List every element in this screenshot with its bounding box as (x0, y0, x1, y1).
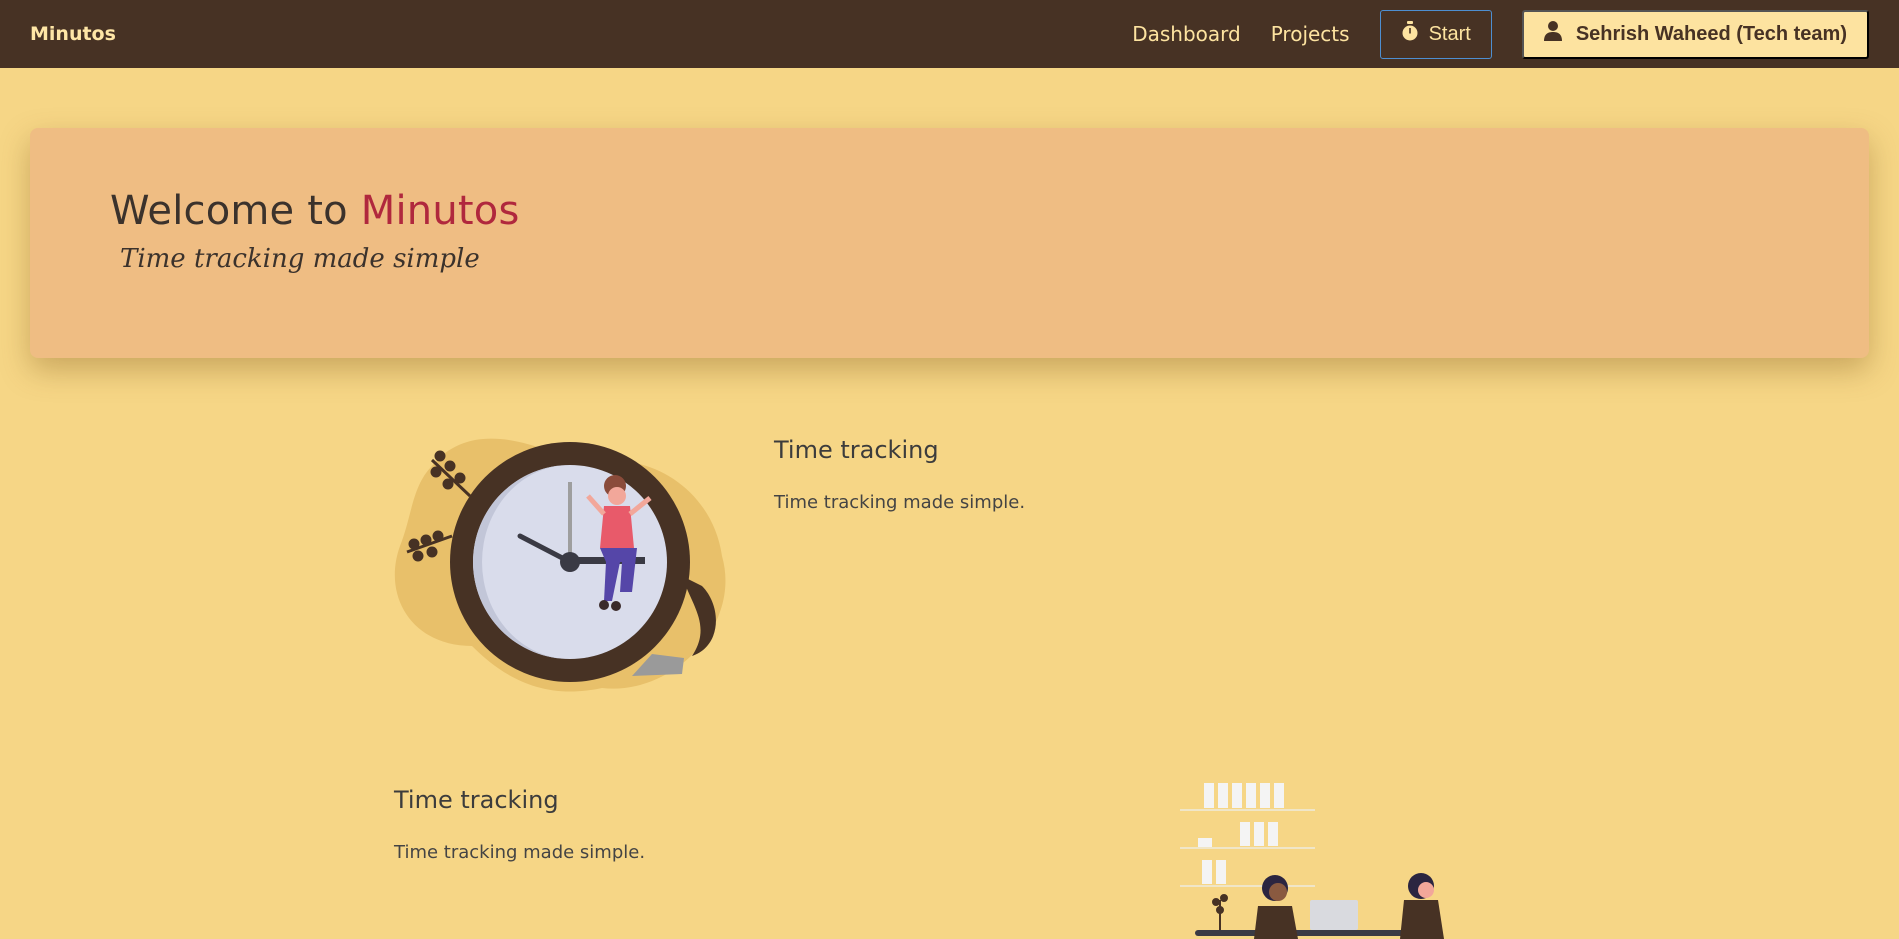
nav-right: Dashboard Projects Start Sehrish Waheed … (1132, 9, 1869, 59)
feature-title: Time tracking (774, 436, 939, 464)
hero-subtitle: Time tracking made simple (120, 244, 480, 274)
user-name-label: Sehrish Waheed (Tech team) (1575, 22, 1847, 45)
feature-title: Time tracking (394, 786, 559, 814)
feature-block-1: Time tracking Time tracking made simple. (774, 436, 1025, 513)
user-menu-button[interactable]: Sehrish Waheed (Tech team) (1521, 9, 1869, 59)
stopwatch-icon (1401, 21, 1419, 47)
hero-title-prefix: Welcome to (110, 188, 361, 234)
start-button[interactable]: Start (1379, 9, 1492, 59)
clock-illustration (392, 426, 744, 696)
user-icon (1543, 21, 1562, 47)
feature-description: Time tracking made simple. (394, 842, 646, 863)
feature-description: Time tracking made simple. (774, 492, 1026, 513)
welcome-hero: Welcome to Minutos Time tracking made si… (30, 128, 1869, 358)
office-illustration (1180, 780, 1460, 939)
nav-link-projects[interactable]: Projects (1271, 22, 1350, 46)
hero-title-accent: Minutos (360, 188, 520, 234)
hero-title: Welcome to Minutos (110, 188, 1789, 234)
top-navbar: Minutos Dashboard Projects Start Sehrish… (0, 0, 1899, 68)
brand-logo[interactable]: Minutos (30, 23, 116, 45)
start-button-label: Start (1428, 22, 1471, 45)
feature-block-2: Time tracking Time tracking made simple. (394, 786, 645, 863)
nav-link-dashboard[interactable]: Dashboard (1132, 22, 1241, 46)
